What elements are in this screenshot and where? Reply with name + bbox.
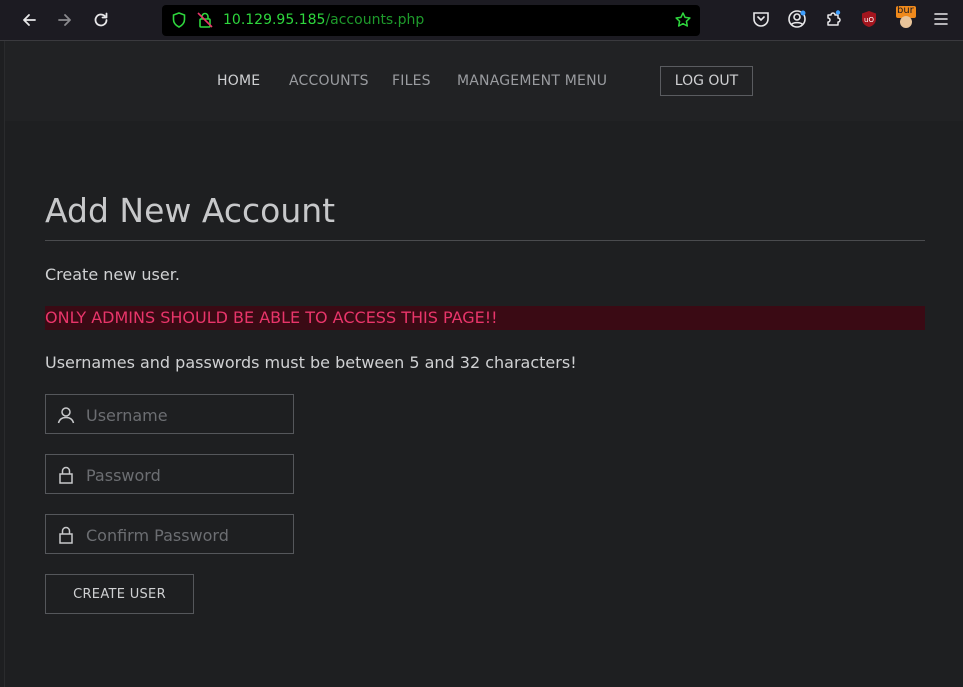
lock-icon	[59, 466, 73, 484]
insecure-lock-icon[interactable]	[196, 11, 214, 29]
confirm-password-input[interactable]	[86, 523, 286, 547]
user-icon	[57, 407, 75, 424]
create-user-button[interactable]: CREATE USER	[45, 574, 194, 614]
svg-text:uO: uO	[864, 16, 874, 24]
arrow-right-icon	[58, 14, 71, 26]
menu-icon[interactable]	[931, 9, 951, 29]
forward-button[interactable]	[53, 8, 77, 32]
burp-extension-icon[interactable]: bur	[895, 5, 917, 29]
page-title: Add New Account	[45, 191, 336, 230]
reload-icon	[94, 12, 108, 27]
username-input[interactable]	[86, 403, 286, 427]
browser-toolbar: 10.129.95.185/accounts.php uO bur	[0, 0, 963, 41]
nav-home[interactable]: HOME	[217, 73, 260, 89]
nav-accounts[interactable]: ACCOUNTS	[289, 73, 369, 89]
confirm-password-field[interactable]	[45, 514, 294, 554]
url-bar[interactable]: 10.129.95.185/accounts.php	[162, 5, 700, 36]
url-host: 10.129.95.185	[223, 12, 326, 28]
length-note: Usernames and passwords must be between …	[45, 353, 577, 372]
pocket-icon[interactable]	[751, 9, 771, 29]
nav-files[interactable]: FILES	[392, 73, 431, 89]
page: HOME ACCOUNTS FILES MANAGEMENT MENU LOG …	[5, 41, 963, 687]
password-field[interactable]	[45, 454, 294, 494]
ublock-icon[interactable]: uO	[859, 9, 879, 29]
shield-icon[interactable]	[170, 11, 188, 29]
logout-button[interactable]: LOG OUT	[660, 66, 753, 96]
username-field[interactable]	[45, 394, 294, 434]
back-button[interactable]	[17, 8, 41, 32]
password-input[interactable]	[86, 463, 286, 487]
title-divider	[45, 240, 925, 241]
star-icon[interactable]	[674, 11, 692, 29]
lock-icon	[59, 526, 73, 544]
account-icon[interactable]	[787, 9, 807, 29]
top-nav: HOME ACCOUNTS FILES MANAGEMENT MENU LOG …	[5, 41, 963, 121]
extensions-icon[interactable]	[823, 9, 843, 29]
reload-button[interactable]	[89, 8, 113, 32]
burp-badge: bur	[897, 5, 914, 16]
url-path: /accounts.php	[325, 12, 425, 28]
page-subtitle: Create new user.	[45, 265, 180, 284]
url-text[interactable]: 10.129.95.185/accounts.php	[223, 12, 424, 28]
nav-management-menu[interactable]: MANAGEMENT MENU	[457, 73, 607, 89]
arrow-left-icon	[23, 14, 36, 26]
admin-warning: ONLY ADMINS SHOULD BE ABLE TO ACCESS THI…	[45, 306, 925, 330]
